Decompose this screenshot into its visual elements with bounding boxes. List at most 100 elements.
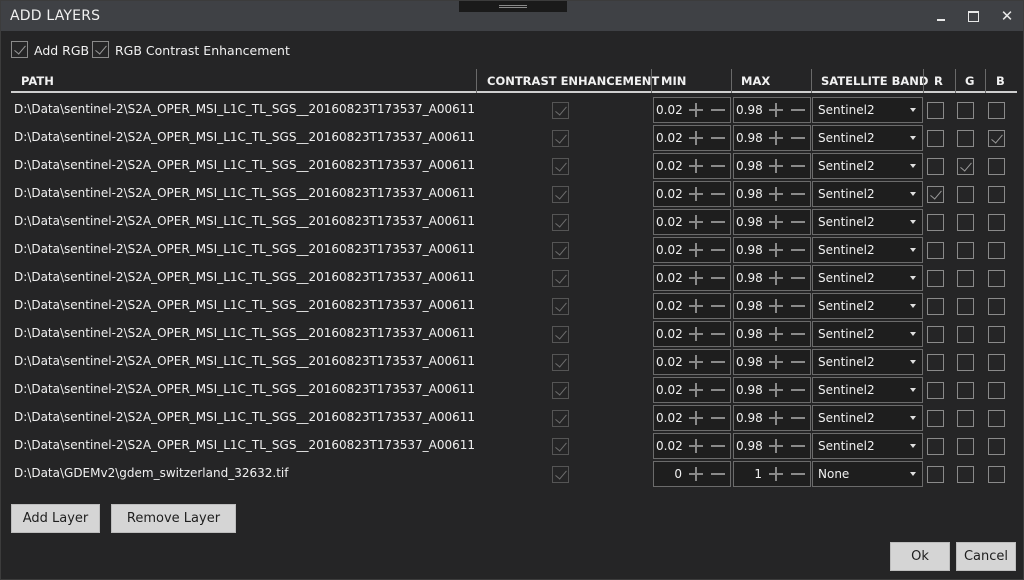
min-stepper[interactable]: 0.02	[653, 405, 731, 431]
contrast-enhancement-checkbox[interactable]	[552, 102, 569, 119]
path-cell[interactable]: D:\Data\sentinel-2\S2A_OPER_MSI_L1C_TL_S…	[14, 354, 476, 368]
minus-icon[interactable]	[789, 269, 807, 287]
minus-icon[interactable]	[789, 101, 807, 119]
min-stepper-value[interactable]: 0.02	[656, 355, 683, 369]
b-channel-checkbox[interactable]	[988, 354, 1005, 371]
b-channel-checkbox[interactable]	[988, 242, 1005, 259]
r-channel-checkbox[interactable]	[927, 326, 944, 343]
contrast-enhancement-checkbox[interactable]	[552, 382, 569, 399]
r-channel-checkbox[interactable]	[927, 242, 944, 259]
max-stepper-value[interactable]: 0.98	[736, 411, 763, 425]
column-header-g[interactable]: G	[965, 69, 974, 93]
satellite-band-select[interactable]: Sentinel2	[812, 125, 923, 151]
g-channel-checkbox[interactable]	[957, 410, 974, 427]
max-stepper-value[interactable]: 1	[736, 467, 762, 481]
min-stepper-value[interactable]: 0.02	[656, 159, 683, 173]
column-separator[interactable]	[955, 69, 956, 93]
path-cell[interactable]: D:\Data\sentinel-2\S2A_OPER_MSI_L1C_TL_S…	[14, 326, 476, 340]
min-stepper-value[interactable]: 0.02	[656, 243, 683, 257]
r-channel-checkbox[interactable]	[927, 438, 944, 455]
b-channel-checkbox[interactable]	[988, 326, 1005, 343]
b-channel-checkbox[interactable]	[988, 382, 1005, 399]
contrast-enhancement-checkbox[interactable]	[552, 214, 569, 231]
plus-icon[interactable]	[687, 241, 705, 259]
r-channel-checkbox[interactable]	[927, 186, 944, 203]
max-stepper[interactable]: 0.98	[733, 237, 811, 263]
contrast-enhancement-checkbox[interactable]	[552, 130, 569, 147]
minus-icon[interactable]	[789, 409, 807, 427]
min-stepper[interactable]: 0.02	[653, 153, 731, 179]
min-stepper[interactable]: 0.02	[653, 293, 731, 319]
path-cell[interactable]: D:\Data\sentinel-2\S2A_OPER_MSI_L1C_TL_S…	[14, 102, 476, 116]
max-stepper-value[interactable]: 0.98	[736, 383, 763, 397]
min-stepper-value[interactable]: 0.02	[656, 103, 683, 117]
max-stepper[interactable]: 0.98	[733, 349, 811, 375]
minus-icon[interactable]	[789, 325, 807, 343]
r-channel-checkbox[interactable]	[927, 410, 944, 427]
b-channel-checkbox[interactable]	[988, 298, 1005, 315]
column-separator[interactable]	[731, 69, 732, 93]
minimize-icon[interactable]	[931, 6, 951, 26]
g-channel-checkbox[interactable]	[957, 242, 974, 259]
path-cell[interactable]: D:\Data\sentinel-2\S2A_OPER_MSI_L1C_TL_S…	[14, 298, 476, 312]
b-channel-checkbox[interactable]	[988, 410, 1005, 427]
min-stepper[interactable]: 0.02	[653, 181, 731, 207]
max-stepper[interactable]: 0.98	[733, 181, 811, 207]
path-cell[interactable]: D:\Data\GDEMv2\gdem_switzerland_32632.ti…	[14, 466, 476, 480]
minus-icon[interactable]	[709, 157, 727, 175]
b-channel-checkbox[interactable]	[988, 270, 1005, 287]
plus-icon[interactable]	[767, 185, 785, 203]
min-stepper-value[interactable]: 0.02	[656, 299, 683, 313]
contrast-enhancement-checkbox[interactable]	[552, 298, 569, 315]
path-cell[interactable]: D:\Data\sentinel-2\S2A_OPER_MSI_L1C_TL_S…	[14, 158, 476, 172]
g-channel-checkbox[interactable]	[957, 466, 974, 483]
satellite-band-select[interactable]: Sentinel2	[812, 97, 923, 123]
title-bar[interactable]: ADD LAYERS ✕	[1, 1, 1023, 31]
min-stepper[interactable]: 0.02	[653, 97, 731, 123]
minus-icon[interactable]	[789, 185, 807, 203]
satellite-band-select[interactable]: None	[812, 461, 923, 487]
path-cell[interactable]: D:\Data\sentinel-2\S2A_OPER_MSI_L1C_TL_S…	[14, 186, 476, 200]
g-channel-checkbox[interactable]	[957, 186, 974, 203]
max-stepper[interactable]: 0.98	[733, 125, 811, 151]
plus-icon[interactable]	[767, 381, 785, 399]
column-separator[interactable]	[476, 69, 477, 93]
satellite-band-select[interactable]: Sentinel2	[812, 293, 923, 319]
satellite-band-select[interactable]: Sentinel2	[812, 377, 923, 403]
max-stepper[interactable]: 0.98	[733, 377, 811, 403]
minus-icon[interactable]	[709, 381, 727, 399]
r-channel-checkbox[interactable]	[927, 298, 944, 315]
plus-icon[interactable]	[767, 297, 785, 315]
min-stepper-value[interactable]: 0	[656, 467, 682, 481]
min-stepper[interactable]: 0.02	[653, 433, 731, 459]
b-channel-checkbox[interactable]	[988, 438, 1005, 455]
minus-icon[interactable]	[709, 241, 727, 259]
minus-icon[interactable]	[709, 269, 727, 287]
min-stepper[interactable]: 0.02	[653, 349, 731, 375]
b-channel-checkbox[interactable]	[988, 186, 1005, 203]
min-stepper[interactable]: 0.02	[653, 125, 731, 151]
column-header-path[interactable]: PATH	[21, 69, 54, 93]
min-stepper[interactable]: 0	[653, 461, 731, 487]
r-channel-checkbox[interactable]	[927, 354, 944, 371]
g-channel-checkbox[interactable]	[957, 214, 974, 231]
b-channel-checkbox[interactable]	[988, 466, 1005, 483]
path-cell[interactable]: D:\Data\sentinel-2\S2A_OPER_MSI_L1C_TL_S…	[14, 438, 476, 452]
min-stepper-value[interactable]: 0.02	[656, 271, 683, 285]
max-stepper[interactable]: 0.98	[733, 209, 811, 235]
plus-icon[interactable]	[767, 325, 785, 343]
minus-icon[interactable]	[709, 101, 727, 119]
b-channel-checkbox[interactable]	[988, 214, 1005, 231]
contrast-enhancement-checkbox[interactable]	[552, 242, 569, 259]
plus-icon[interactable]	[767, 269, 785, 287]
plus-icon[interactable]	[687, 409, 705, 427]
min-stepper[interactable]: 0.02	[653, 209, 731, 235]
plus-icon[interactable]	[767, 241, 785, 259]
g-channel-checkbox[interactable]	[957, 158, 974, 175]
minus-icon[interactable]	[709, 297, 727, 315]
column-header-b[interactable]: B	[996, 69, 1005, 93]
satellite-band-select[interactable]: Sentinel2	[812, 181, 923, 207]
plus-icon[interactable]	[767, 409, 785, 427]
column-separator[interactable]	[985, 69, 986, 93]
maximize-icon[interactable]	[963, 6, 983, 26]
